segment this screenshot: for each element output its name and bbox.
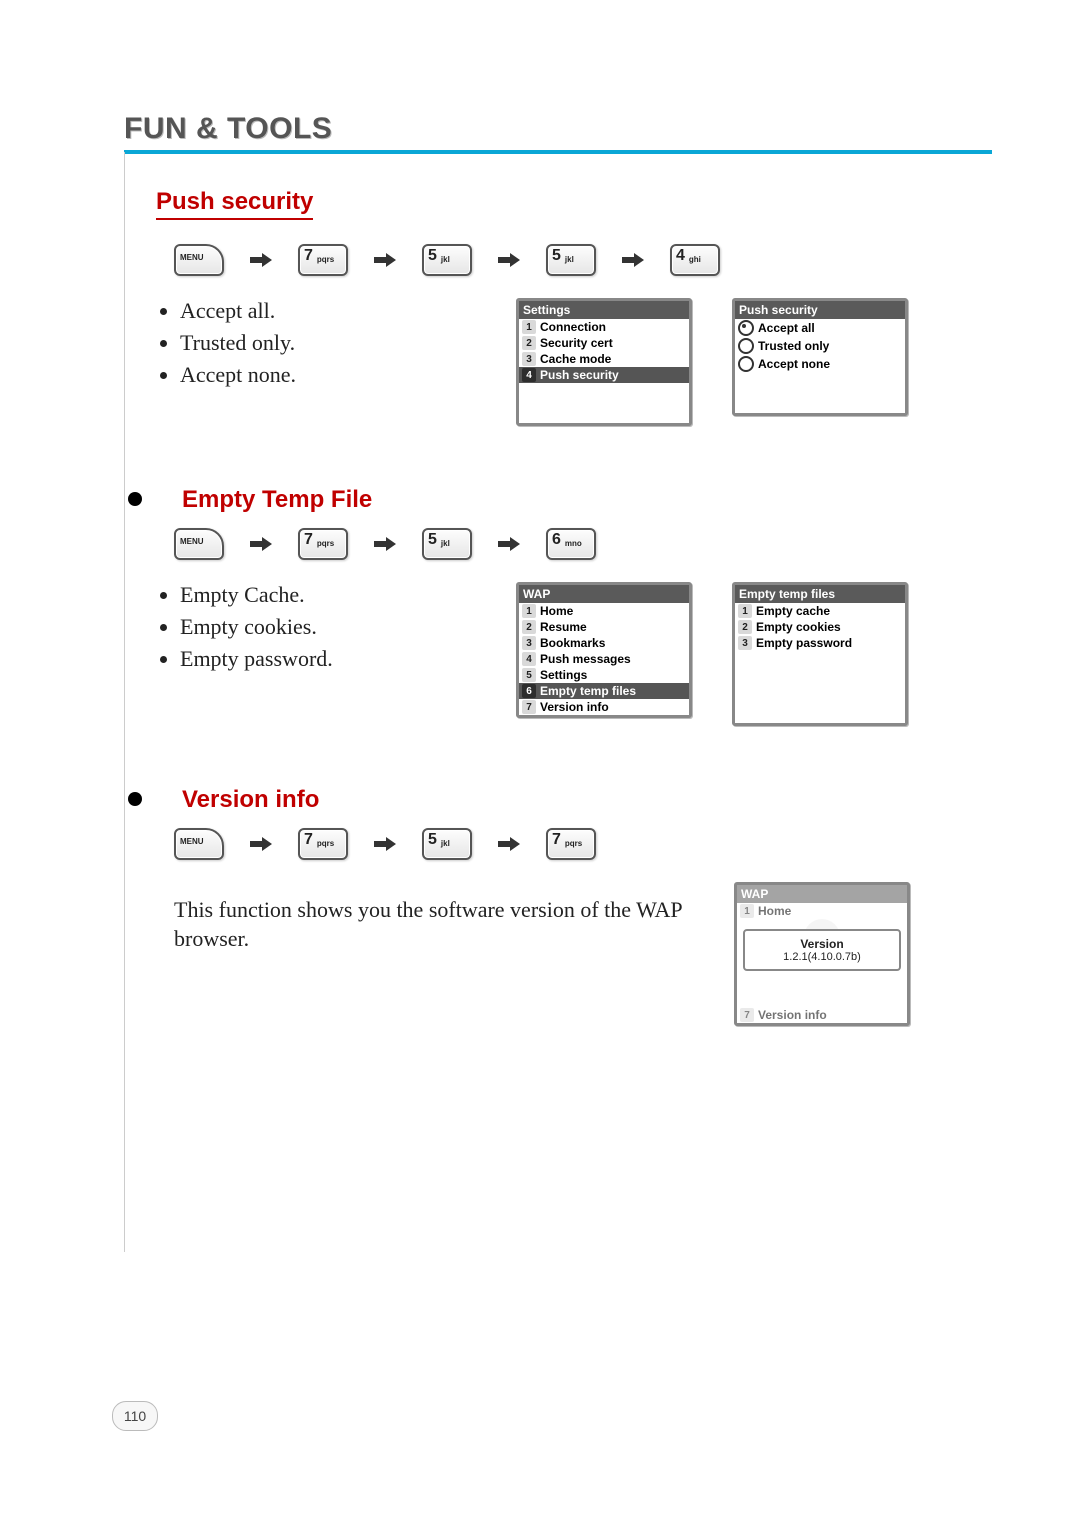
body-text: This function shows you the software ver… xyxy=(174,896,694,953)
arrow-right-icon xyxy=(498,537,520,551)
radio-icon xyxy=(738,356,754,372)
section-push-security: Push security MENU 7pqrs 5jkl xyxy=(156,188,992,426)
heading-empty-temp-file: Empty Temp File xyxy=(182,486,992,514)
key-sequence-empty-temp: MENU 7pqrs 5jkl 6mno xyxy=(174,528,992,560)
section-empty-temp-file: Empty Temp File MENU 7pqrs 5jkl xyxy=(156,486,992,726)
radio-item: Accept all xyxy=(735,319,905,337)
bullet-item: Accept none. xyxy=(180,362,476,388)
radio-item: Trusted only xyxy=(735,337,905,355)
screenshot-title: Push security xyxy=(735,301,905,319)
page-number: 110 xyxy=(112,1401,158,1431)
bullet-item: Empty cookies. xyxy=(180,614,476,640)
popup-value: 1.2.1(4.10.0.7b) xyxy=(751,951,893,963)
radio-icon xyxy=(738,338,754,354)
key-5jkl: 5jkl xyxy=(422,528,472,560)
section-version-info: Version info MENU 7pqrs 5jkl xyxy=(156,786,992,1026)
key-sequence-push-security: MENU 7pqrs 5jkl 5jkl xyxy=(174,244,992,276)
menu-item: 2 Resume xyxy=(519,619,689,635)
bullet-list: Empty Cache. Empty cookies. Empty passwo… xyxy=(156,582,476,678)
page-content: Push security MENU 7pqrs 5jkl xyxy=(156,154,992,1026)
bullet-item: Empty password. xyxy=(180,646,476,672)
phone-screenshot-settings: Settings 1 Connection 2 Security cert 3 … xyxy=(516,298,692,426)
phone-screenshot-empty-temp-files: Empty temp files 1 Empty cache 2 Empty c… xyxy=(732,582,908,726)
bullet-item: Trusted only. xyxy=(180,330,476,356)
bullet-item: Accept all. xyxy=(180,298,476,324)
key-6mno: 6mno xyxy=(546,528,596,560)
menu-item: 3 Empty password xyxy=(735,635,905,651)
version-popup: Version 1.2.1(4.10.0.7b) xyxy=(743,923,901,1003)
arrow-right-icon xyxy=(622,253,644,267)
key-5jkl: 5jkl xyxy=(546,244,596,276)
key-7pqrs: 7pqrs xyxy=(546,828,596,860)
menu-item: 7 Version info xyxy=(519,699,689,715)
bullet-item: Empty Cache. xyxy=(180,582,476,608)
phone-screenshot-push-security: Push security Accept all Trusted only Ac… xyxy=(732,298,908,416)
menu-item: 3 Bookmarks xyxy=(519,635,689,651)
arrow-right-icon xyxy=(498,253,520,267)
arrow-right-icon xyxy=(250,253,272,267)
arrow-right-icon xyxy=(374,253,396,267)
screenshot-title: WAP xyxy=(519,585,689,603)
heading-version-info: Version info xyxy=(182,786,992,814)
popup-title: Version xyxy=(751,937,893,951)
key-sequence-version-info: MENU 7pqrs 5jkl 7pqrs xyxy=(174,828,992,860)
menu-item: 7 Version info xyxy=(737,1007,907,1023)
menu-item: 1 Home xyxy=(519,603,689,619)
menu-item: 3 Cache mode xyxy=(519,351,689,367)
key-5jkl: 5jkl xyxy=(422,828,472,860)
chapter-title: FUN & TOOLS xyxy=(124,112,992,146)
phone-screenshot-wap: WAP 1 Home 2 Resume 3 Bookmarks 4 xyxy=(516,582,692,718)
margin-rule xyxy=(124,152,125,1252)
radio-selected-icon xyxy=(738,320,754,336)
menu-item: 1 Home xyxy=(737,903,907,919)
screenshot-title: Settings xyxy=(519,301,689,319)
bullet-list: Accept all. Trusted only. Accept none. xyxy=(156,298,476,394)
radio-item: Accept none xyxy=(735,355,905,373)
menu-item: 2 Security cert xyxy=(519,335,689,351)
key-7pqrs: 7pqrs xyxy=(298,244,348,276)
screenshot-title: WAP xyxy=(737,885,907,903)
key-7pqrs: 7pqrs xyxy=(298,528,348,560)
manual-page: FUN & TOOLS Push security MENU 7pqrs xyxy=(96,50,992,1086)
menu-item-selected: 6 Empty temp files xyxy=(519,683,689,699)
menu-item: 1 Connection xyxy=(519,319,689,335)
screenshot-title: Empty temp files xyxy=(735,585,905,603)
key-7pqrs: 7pqrs xyxy=(298,828,348,860)
menu-item: 2 Empty cookies xyxy=(735,619,905,635)
menu-item-selected: 4 Push security xyxy=(519,367,689,383)
arrow-right-icon xyxy=(498,837,520,851)
arrow-right-icon xyxy=(374,537,396,551)
key-menu: MENU xyxy=(174,528,224,560)
menu-item: 5 Settings xyxy=(519,667,689,683)
key-4ghi: 4ghi xyxy=(670,244,720,276)
arrow-right-icon xyxy=(250,837,272,851)
key-menu: MENU xyxy=(174,244,224,276)
heading-push-security: Push security xyxy=(156,188,313,220)
arrow-right-icon xyxy=(374,837,396,851)
key-menu: MENU xyxy=(174,828,224,860)
menu-item: 4 Push messages xyxy=(519,651,689,667)
key-5jkl: 5jkl xyxy=(422,244,472,276)
phone-screenshot-version-info: WAP 1 Home Version 1.2.1(4.10.0.7b) 7 xyxy=(734,882,910,1026)
arrow-right-icon xyxy=(250,537,272,551)
menu-item: 1 Empty cache xyxy=(735,603,905,619)
